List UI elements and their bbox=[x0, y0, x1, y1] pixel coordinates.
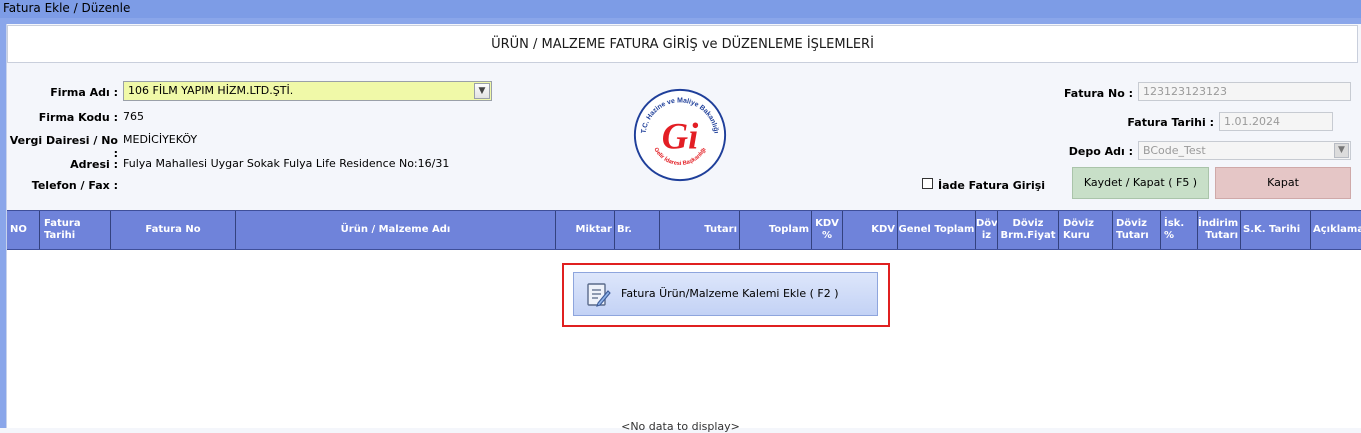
depot-label: Depo Adı : bbox=[1068, 145, 1133, 158]
column-header[interactable]: KDV bbox=[843, 211, 898, 249]
page-title: ÜRÜN / MALZEME FATURA GİRİŞ ve DÜZENLEME… bbox=[7, 25, 1358, 63]
firm-name-value: 106 FİLM YAPIM HİZM.LTD.ŞTİ. bbox=[128, 84, 294, 97]
return-invoice-checkbox[interactable] bbox=[922, 178, 933, 189]
column-header[interactable]: Döviz Kuru bbox=[1059, 211, 1113, 249]
column-header[interactable]: Miktar bbox=[556, 211, 615, 249]
address-label: Adresi : bbox=[70, 158, 118, 171]
column-header[interactable]: Ürün / Malzeme Adı bbox=[236, 211, 556, 249]
depot-combo[interactable]: BCode_Test ▼ bbox=[1138, 141, 1351, 160]
empty-grid-message: <No data to display> bbox=[621, 420, 740, 433]
window-title: Fatura Ekle / Düzenle bbox=[0, 0, 1361, 18]
grid-header: NO Fatura Tarihi Fatura No Ürün / Malzem… bbox=[7, 210, 1361, 250]
column-header[interactable]: İndirim Tutarı bbox=[1198, 211, 1241, 249]
firm-name-combo[interactable]: 106 FİLM YAPIM HİZM.LTD.ŞTİ. ▼ bbox=[123, 81, 492, 101]
logo-glyph: Gi bbox=[662, 115, 698, 156]
column-header[interactable]: İsk. % bbox=[1161, 211, 1198, 249]
chevron-down-icon[interactable]: ▼ bbox=[1334, 143, 1349, 158]
gib-logo: T.C. Hazine ve Maliye Bakanlığı Gelir İd… bbox=[633, 88, 727, 182]
column-header[interactable]: NO bbox=[7, 211, 40, 249]
address-value: Fulya Mahallesi Uygar Sokak Fulya Life R… bbox=[123, 157, 450, 170]
depot-value: BCode_Test bbox=[1143, 144, 1206, 157]
column-header[interactable]: Toplam bbox=[740, 211, 812, 249]
column-header[interactable]: Fatura No bbox=[111, 211, 236, 249]
column-header[interactable]: Tutarı bbox=[660, 211, 740, 249]
invoice-date-input[interactable]: 1.01.2024 bbox=[1219, 112, 1333, 131]
column-header[interactable]: KDV % bbox=[812, 211, 843, 249]
column-header[interactable]: Genel Toplam bbox=[898, 211, 976, 249]
column-header[interactable]: Döviz Brm.Fiyat bbox=[998, 211, 1059, 249]
column-header[interactable]: Döv iz bbox=[976, 211, 998, 249]
column-header[interactable]: Br. bbox=[615, 211, 660, 249]
tax-office-label: Vergi Dairesi / No : bbox=[9, 134, 118, 160]
add-item-label: Fatura Ürün/Malzeme Kalemi Ekle ( F2 ) bbox=[621, 287, 839, 300]
column-header[interactable]: Döviz Tutarı bbox=[1113, 211, 1161, 249]
invoice-no-input[interactable]: 123123123123 bbox=[1138, 82, 1351, 101]
column-header[interactable]: S.K. Tarihi bbox=[1241, 211, 1311, 249]
tax-office-value: MEDİCİYEKÖY bbox=[123, 133, 198, 146]
add-item-button[interactable]: Fatura Ürün/Malzeme Kalemi Ekle ( F2 ) bbox=[573, 272, 878, 316]
column-header[interactable]: Açıklama bbox=[1311, 211, 1361, 249]
chevron-down-icon[interactable]: ▼ bbox=[474, 83, 490, 99]
invoice-no-label: Fatura No : bbox=[1063, 87, 1133, 100]
invoice-date-label: Fatura Tarihi : bbox=[1127, 116, 1214, 129]
firm-code-value: 765 bbox=[123, 110, 144, 123]
close-button[interactable]: Kapat bbox=[1215, 167, 1351, 199]
firm-code-label: Firma Kodu : bbox=[38, 111, 118, 124]
save-close-button[interactable]: Kaydet / Kapat ( F5 ) bbox=[1072, 167, 1209, 199]
phone-label: Telefon / Fax : bbox=[31, 179, 118, 192]
return-invoice-label: İade Fatura Girişi bbox=[938, 179, 1046, 192]
column-header[interactable]: Fatura Tarihi bbox=[40, 211, 111, 249]
edit-document-icon bbox=[587, 283, 611, 307]
firm-name-label: Firma Adı : bbox=[50, 86, 118, 99]
